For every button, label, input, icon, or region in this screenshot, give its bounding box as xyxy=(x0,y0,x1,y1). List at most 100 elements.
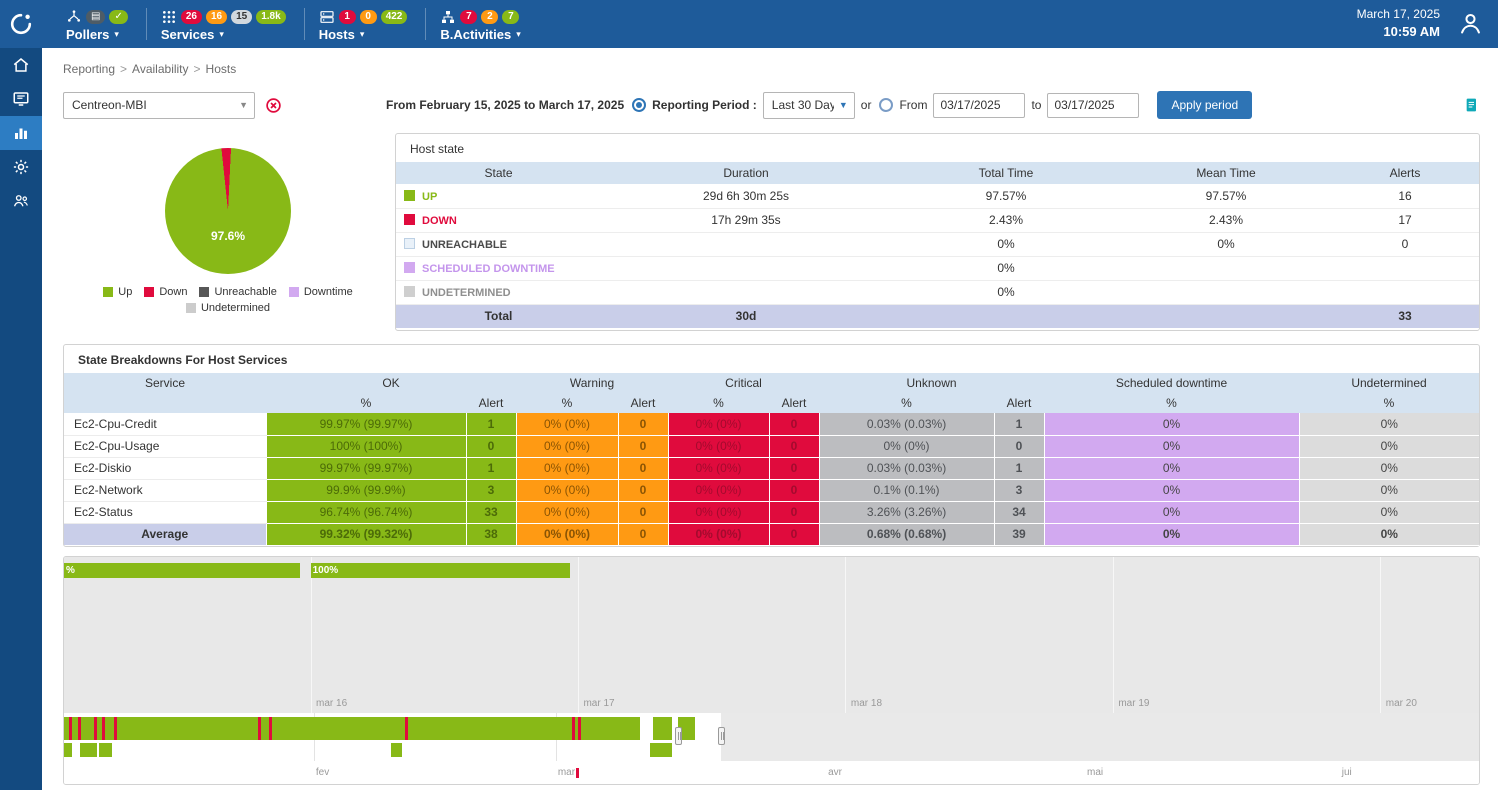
status-badge: 2 xyxy=(481,10,498,24)
breakdown-cell-crit_pct: 0% (0%) xyxy=(668,457,769,479)
breakdown-cell-undet_pct: 0% xyxy=(1299,479,1479,501)
timeline-navigator[interactable]: fevmaravrmaijui xyxy=(64,713,1479,785)
breakdown-cell-warn_alert: 0 xyxy=(618,479,668,501)
breakdown-row: Ec2-Cpu-Usage100% (100%)00% (0%)00% (0%)… xyxy=(64,435,1479,457)
state-label: UNDETERMINED xyxy=(422,287,511,299)
apply-period-button[interactable]: Apply period xyxy=(1157,91,1252,119)
host-state-cell-total: 0% xyxy=(891,232,1121,256)
state-color-square xyxy=(404,238,415,249)
breakdown-cell-crit_pct: 0% (0%) xyxy=(668,413,769,435)
legend-label: Undetermined xyxy=(201,302,270,314)
sidebar-item-home[interactable] xyxy=(0,48,42,82)
breakdown-cell-warn_pct: 0% (0%) xyxy=(516,479,618,501)
menu-services[interactable]: 2616151.8kServices▾ xyxy=(147,4,304,44)
sidebar-item-monitoring[interactable] xyxy=(0,82,42,116)
host-state-col-header: Mean Time xyxy=(1121,162,1331,184)
breakdown-cell-unk_alert: 39 xyxy=(994,523,1044,545)
service-breakdown-panel: State Breakdowns For Host Services Servi… xyxy=(63,344,1480,547)
breakdown-cell-sched_pct: 0% xyxy=(1044,523,1299,545)
breakdown-sub-header: Alert xyxy=(769,393,819,413)
host-state-row: DOWN17h 29m 35s2.43%2.43%17 xyxy=(396,208,1479,232)
timeline-axis-label: mar 19 xyxy=(1115,698,1149,709)
breakdown-row: Ec2-Cpu-Credit99.97% (99.97%)10% (0%)00%… xyxy=(64,413,1479,435)
legend-label: Unreachable xyxy=(214,286,276,298)
service-name: Average xyxy=(64,523,266,545)
breakdown-cell-crit_pct: 0% (0%) xyxy=(668,435,769,457)
sidebar-item-configuration[interactable] xyxy=(0,150,42,184)
centreon-logo-icon[interactable] xyxy=(0,12,42,36)
breadcrumb-separator: > xyxy=(194,62,201,76)
breakdown-cell-unk_alert: 1 xyxy=(994,413,1044,435)
host-state-cell-mean xyxy=(1121,280,1331,304)
breakdown-cell-warn_pct: 0% (0%) xyxy=(516,413,618,435)
legend-color-square xyxy=(186,303,196,313)
host-group-select-input[interactable]: Centreon-MBI xyxy=(63,92,255,119)
to-label: to xyxy=(1031,98,1041,112)
navigator-down-tick xyxy=(94,717,97,740)
breakdown-cell-crit_alert: 0 xyxy=(769,523,819,545)
service-name: Ec2-Status xyxy=(64,501,266,523)
host-state-cell-duration xyxy=(601,280,891,304)
host-state-cell-duration xyxy=(601,232,891,256)
breakdown-group-header: Undetermined xyxy=(1299,373,1479,393)
breakdown-cell-crit_alert: 0 xyxy=(769,501,819,523)
timeline-axis-label: mar 16 xyxy=(313,698,347,709)
topbar: ▤✓Pollers▾2616151.8kServices▾10422Hosts▾… xyxy=(0,0,1498,48)
menu-hosts[interactable]: 10422Hosts▾ xyxy=(305,4,426,44)
period-select-input[interactable]: Last 30 Days xyxy=(763,92,855,119)
breakdown-cell-warn_alert: 0 xyxy=(618,523,668,545)
breakdown-row: Ec2-Status96.74% (96.74%)330% (0%)00% (0… xyxy=(64,501,1479,523)
custom-range-radio[interactable] xyxy=(879,98,893,112)
to-date-input[interactable] xyxy=(1047,93,1139,118)
breakdown-cell-warn_pct: 0% (0%) xyxy=(516,457,618,479)
reporting-period-radio[interactable] xyxy=(632,98,646,112)
host-state-header-row: StateDurationTotal TimeMean TimeAlerts xyxy=(396,162,1479,184)
pie-percentage-label: 97.6% xyxy=(165,229,291,243)
breakdown-cell-crit_pct: 0% (0%) xyxy=(668,479,769,501)
navigator-left-handle[interactable] xyxy=(675,727,682,745)
export-report-icon[interactable] xyxy=(1464,97,1480,113)
navigator-up-segment xyxy=(64,717,640,740)
navigator-down-tick xyxy=(69,717,72,740)
legend-color-square xyxy=(103,287,113,297)
menu-label-ba: B.Activities xyxy=(440,27,511,42)
breakdown-cell-crit_alert: 0 xyxy=(769,413,819,435)
menu-pollers[interactable]: ▤✓Pollers▾ xyxy=(52,4,146,44)
user-profile-icon[interactable] xyxy=(1457,10,1484,42)
status-badge: 26 xyxy=(181,10,202,24)
breadcrumb-item-hosts[interactable]: Hosts xyxy=(206,62,237,76)
breakdown-cell-crit_alert: 0 xyxy=(769,457,819,479)
state-label: UNREACHABLE xyxy=(422,239,507,251)
breakdown-cell-crit_alert: 0 xyxy=(769,479,819,501)
current-date: March 17, 2025 xyxy=(1357,6,1440,23)
navigator-down-tick xyxy=(578,717,581,740)
from-date-input[interactable] xyxy=(933,93,1025,118)
legend-label: Down xyxy=(159,286,187,298)
navigator-down-tick xyxy=(102,717,105,740)
topbar-clock: March 17, 2025 10:59 AM xyxy=(1357,6,1440,42)
breadcrumb-separator: > xyxy=(120,62,127,76)
menu-ba[interactable]: 727B.Activities▾ xyxy=(426,4,538,44)
clear-selection-icon[interactable] xyxy=(265,97,282,114)
legend-color-square xyxy=(144,287,154,297)
period-select[interactable]: Last 30 Days ▼ xyxy=(763,92,855,119)
host-group-select[interactable]: Centreon-MBI ▼ xyxy=(63,92,255,119)
breadcrumb-item-availability[interactable]: Availability xyxy=(132,62,188,76)
breakdown-cell-sched_pct: 0% xyxy=(1044,457,1299,479)
navigator-right-handle[interactable] xyxy=(718,727,725,745)
breadcrumb-item-reporting[interactable]: Reporting xyxy=(63,62,115,76)
chevron-down-icon: ▾ xyxy=(360,29,365,40)
menu-label-pollers: Pollers xyxy=(66,27,109,42)
sidebar-item-reporting[interactable] xyxy=(0,116,42,150)
navigator-down-tick xyxy=(114,717,117,740)
navigator-mask xyxy=(721,713,1479,761)
breakdown-cell-undet_pct: 0% xyxy=(1299,457,1479,479)
breakdown-cell-sched_pct: 0% xyxy=(1044,435,1299,457)
breakdown-average-row: Average99.32% (99.32%)380% (0%)00% (0%)0… xyxy=(64,523,1479,545)
breakdown-group-header: Scheduled downtime xyxy=(1044,373,1299,393)
sidebar-item-administration[interactable] xyxy=(0,184,42,218)
status-badge: 1.8k xyxy=(256,10,285,24)
navigator-down-tick xyxy=(78,717,81,740)
chevron-down-icon: ▾ xyxy=(219,29,224,40)
breakdown-cell-warn_pct: 0% (0%) xyxy=(516,435,618,457)
